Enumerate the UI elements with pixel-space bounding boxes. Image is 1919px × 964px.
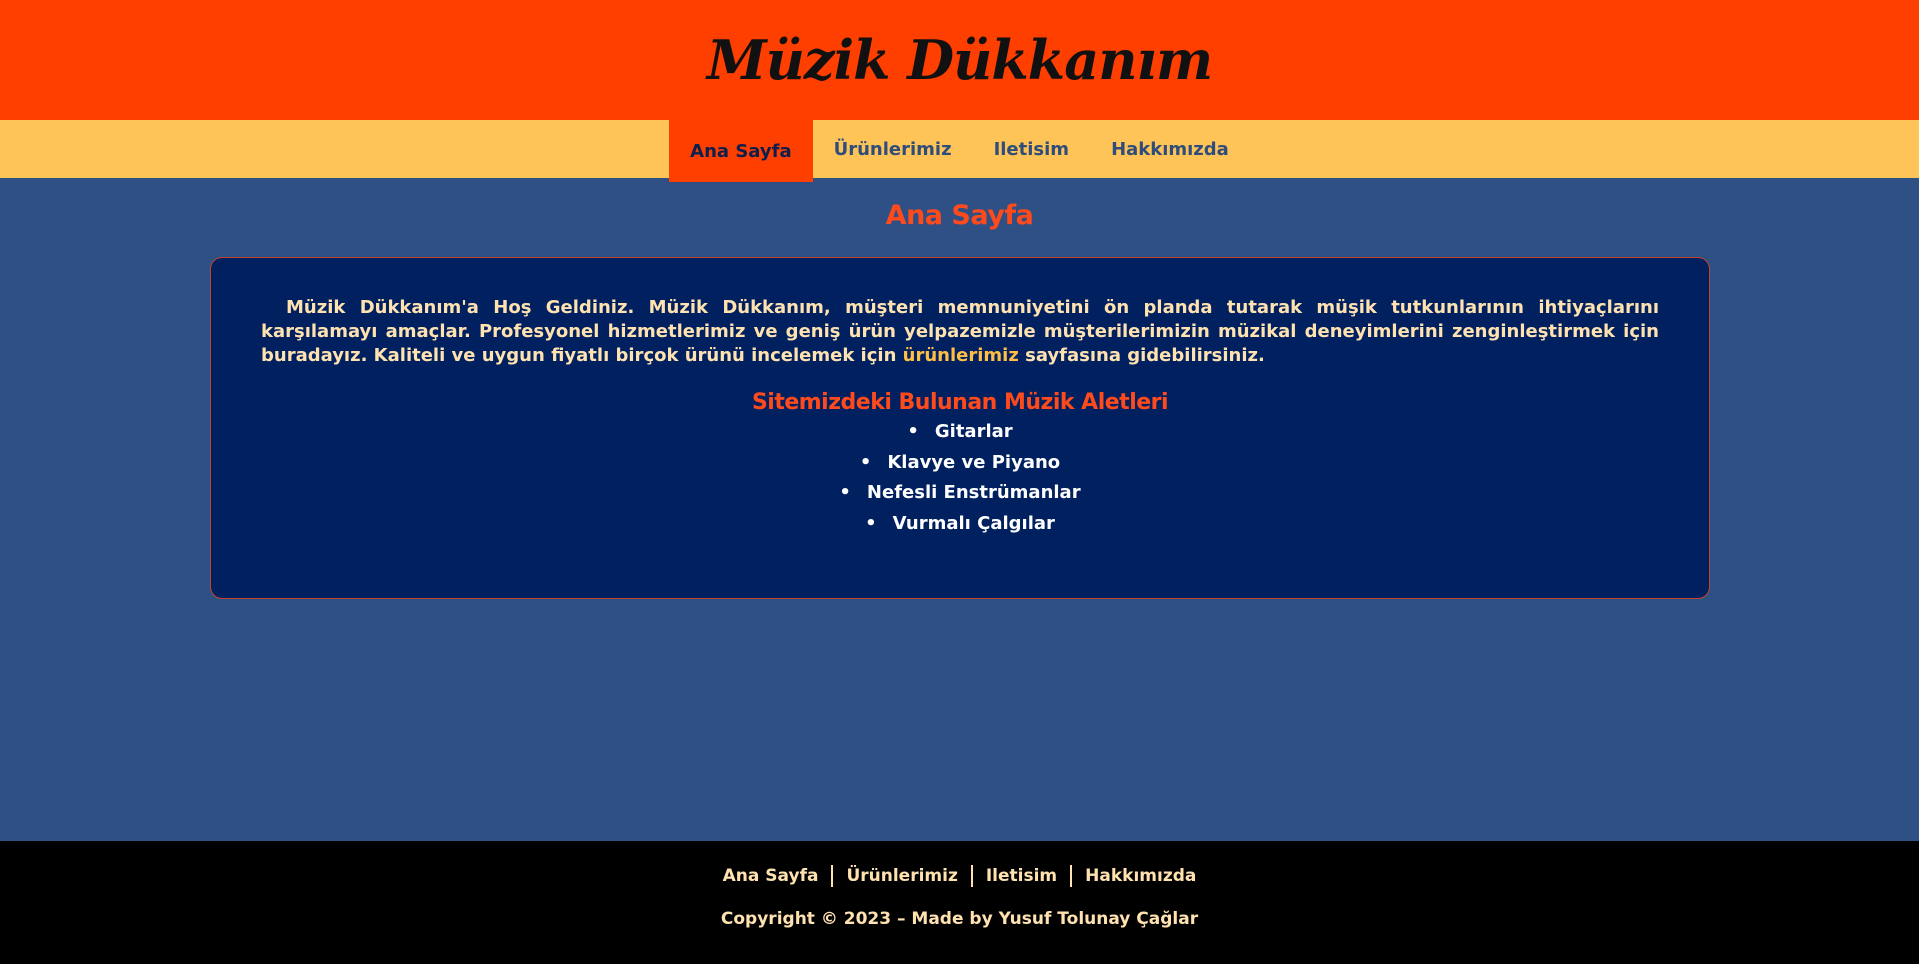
bullet-icon: • [865, 512, 877, 534]
instrument-label: Klavye ve Piyano [887, 451, 1061, 473]
site-title: Müzik Dükkanım [706, 28, 1213, 92]
footer-link-urunlerimiz[interactable]: Ürünlerimiz [833, 866, 970, 886]
site-header: Müzik Dükkanım [0, 0, 1919, 120]
list-item: • Gitarlar [261, 417, 1659, 448]
instrument-list: • Gitarlar • Klavye ve Piyano • Nefesli Ens… [261, 417, 1659, 539]
site-footer: Ana Sayfa Ürünlerimiz Iletisim Hakkımızd… [0, 841, 1919, 964]
nav-item-hakkimizda[interactable]: Hakkımızda [1090, 120, 1250, 178]
content-card: Müzik Dükkanım'a Hoş Geldiniz. Müzik Dük… [210, 257, 1710, 599]
footer-link-iletisim[interactable]: Iletisim [973, 866, 1070, 886]
nav-item-urunlerimiz[interactable]: Ürünlerimiz [813, 120, 973, 178]
bullet-icon: • [859, 451, 872, 473]
bullet-icon: • [839, 482, 851, 503]
intro-text-after-link: sayfasına gidebilirsiniz. [1025, 345, 1265, 366]
instrument-label: Nefesli Enstrümanlar [866, 482, 1081, 503]
instrument-label: Gitarlar [934, 421, 1013, 442]
footer-nav: Ana Sayfa Ürünlerimiz Iletisim Hakkımızd… [0, 865, 1919, 887]
footer-link-hakkimizda[interactable]: Hakkımızda [1072, 866, 1209, 886]
bullet-icon: • [907, 421, 919, 442]
nav-item-iletisim[interactable]: Iletisim [973, 120, 1091, 178]
list-item: • Klavye ve Piyano [261, 448, 1659, 479]
copyright-text: Copyright © 2023 – Made by Yusuf Tolunay… [720, 909, 1199, 929]
intro-paragraph: Müzik Dükkanım'a Hoş Geldiniz. Müzik Dük… [261, 296, 1659, 368]
products-link[interactable]: ürünlerimiz [903, 345, 1019, 366]
list-item: • Nefesli Enstrümanlar [261, 478, 1659, 509]
main-nav: Ana Sayfa Ürünlerimiz Iletisim Hakkımızd… [0, 120, 1919, 182]
footer-link-ana-sayfa[interactable]: Ana Sayfa [710, 866, 832, 886]
page-heading: Ana Sayfa [885, 200, 1034, 231]
nav-item-ana-sayfa[interactable]: Ana Sayfa [669, 120, 813, 182]
instruments-heading: Sitemizdeki Bulunan Müzik Aletleri [751, 390, 1169, 415]
nav-list: Ana Sayfa Ürünlerimiz Iletisim Hakkımızd… [669, 120, 1250, 182]
instrument-label: Vurmalı Çalgılar [892, 512, 1055, 534]
list-item: • Vurmalı Çalgılar [261, 509, 1659, 540]
